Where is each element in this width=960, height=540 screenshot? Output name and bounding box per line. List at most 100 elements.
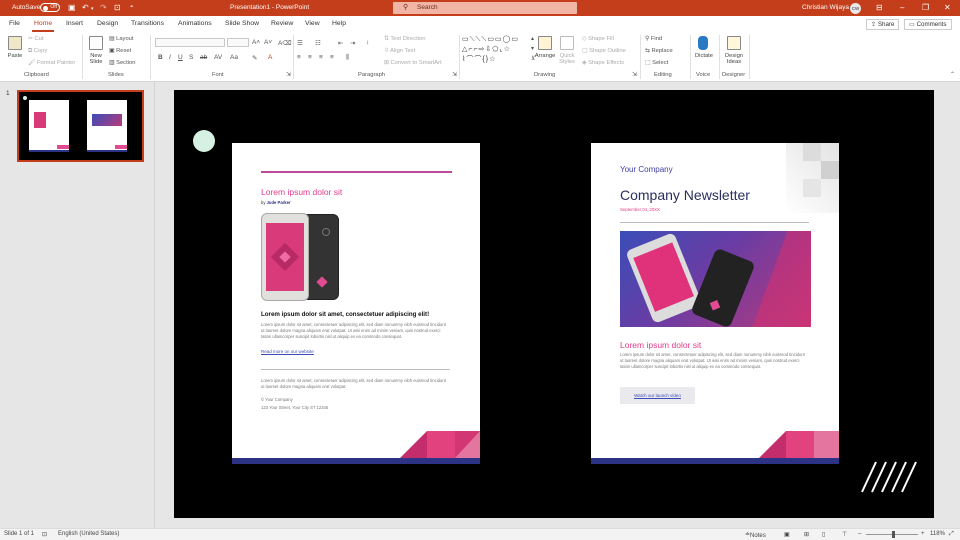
zoom-level[interactable]: 118% bbox=[930, 531, 945, 537]
tab-animations[interactable]: Animations bbox=[178, 20, 212, 27]
font-size-combobox[interactable] bbox=[227, 38, 249, 47]
bullets-icon[interactable]: ☰ bbox=[297, 39, 303, 47]
slide-thumbnail-panel[interactable]: 1 bbox=[0, 82, 155, 528]
new-slide-button[interactable]: New Slide bbox=[86, 53, 106, 65]
ribbon-display-options-icon[interactable]: ⊟ bbox=[876, 3, 883, 12]
increase-font-size-icon[interactable]: A˄ bbox=[252, 39, 260, 46]
close-icon[interactable]: ✕ bbox=[944, 3, 951, 12]
slide-sorter-icon[interactable]: ⊞ bbox=[804, 531, 809, 538]
newsletter-title[interactable]: Company Newsletter bbox=[620, 187, 750, 203]
shapes-scroll-up-icon[interactable]: ▴ bbox=[531, 36, 534, 42]
design-ideas-icon[interactable] bbox=[727, 36, 741, 50]
decorative-stripes[interactable] bbox=[860, 460, 924, 494]
autosave-toggle[interactable]: Off bbox=[40, 3, 60, 12]
cut-button[interactable]: ✂ Cut bbox=[28, 36, 44, 42]
newsletter-page-right[interactable]: Your Company Company Newsletter Septembe… bbox=[591, 143, 839, 464]
shape-fill-button[interactable]: ◇ Shape Fill bbox=[582, 36, 614, 42]
decrease-font-size-icon[interactable]: A˅ bbox=[264, 39, 272, 46]
shadow-icon[interactable]: S bbox=[189, 54, 193, 61]
italic-icon[interactable]: I bbox=[169, 54, 171, 61]
comments-button[interactable]: ▭ Comments bbox=[904, 19, 952, 30]
redo-icon[interactable]: ↷ bbox=[100, 3, 107, 12]
share-button[interactable]: ⇪ Share bbox=[866, 19, 900, 30]
tab-file[interactable]: File bbox=[9, 20, 20, 27]
numbering-icon[interactable]: ☷ bbox=[315, 39, 321, 47]
restore-icon[interactable]: ❐ bbox=[922, 3, 929, 12]
company-name[interactable]: Your Company bbox=[620, 165, 673, 174]
phones-photo[interactable] bbox=[620, 231, 811, 327]
article-subtitle[interactable]: Lorem ipsum dolor sit bbox=[620, 340, 701, 350]
article-title[interactable]: Lorem ipsum dolor sit bbox=[261, 187, 342, 197]
shape-outline-button[interactable]: ▢ Shape Outline bbox=[582, 48, 626, 54]
section-button[interactable]: ▥ Section bbox=[109, 60, 135, 66]
microphone-icon[interactable] bbox=[698, 36, 708, 50]
copy-button[interactable]: ⧉ Copy bbox=[28, 48, 47, 55]
decorative-circle[interactable] bbox=[193, 130, 215, 152]
zoom-in-icon[interactable]: + bbox=[921, 531, 925, 537]
find-button[interactable]: ⚲ Find bbox=[645, 36, 662, 42]
tab-transitions[interactable]: Transitions bbox=[131, 20, 164, 27]
align-left-icon[interactable]: ≡ bbox=[297, 54, 301, 61]
quick-styles-button[interactable]: Quick Styles bbox=[555, 53, 579, 65]
underline-icon[interactable]: U bbox=[178, 54, 183, 61]
align-text-button[interactable]: ⇳ Align Text bbox=[384, 48, 415, 54]
shapes-scroll-down-icon[interactable]: ▾ bbox=[531, 46, 534, 52]
strikethrough-icon[interactable]: ab bbox=[200, 54, 207, 61]
layout-button[interactable]: ▤ Layout bbox=[109, 36, 134, 42]
justify-icon[interactable]: ≡ bbox=[330, 54, 334, 61]
tab-help[interactable]: Help bbox=[332, 20, 346, 27]
change-case-icon[interactable]: Aa bbox=[230, 54, 238, 61]
notes-button[interactable]: ≐ Notes bbox=[745, 531, 766, 539]
read-more-link[interactable]: Read more on our website bbox=[261, 349, 314, 354]
search-box[interactable]: ⚲ Search bbox=[393, 2, 577, 14]
increase-indent-icon[interactable]: ⇥ bbox=[350, 39, 355, 47]
collapse-ribbon-icon[interactable]: ⌃ bbox=[950, 72, 955, 78]
customize-qat-icon[interactable]: ⩡ bbox=[130, 3, 133, 12]
article-heading[interactable]: Lorem ipsum dolor sit amet, consectetuer… bbox=[261, 311, 461, 318]
slide-thumbnail[interactable] bbox=[17, 90, 144, 162]
paste-icon[interactable] bbox=[8, 36, 22, 50]
shape-effects-button[interactable]: ◈ Shape Effects bbox=[582, 60, 624, 66]
line-spacing-icon[interactable]: ↕ bbox=[366, 39, 369, 46]
article-body-2[interactable]: Lorem ipsum dolor sit amet, consectetuer… bbox=[261, 378, 449, 390]
arrange-icon[interactable] bbox=[538, 36, 552, 50]
replace-button[interactable]: ⇆ Replace bbox=[645, 48, 673, 54]
watch-launch-video-button[interactable]: Watch our launch video bbox=[620, 387, 695, 404]
highlight-icon[interactable]: ✎ bbox=[252, 54, 257, 62]
bold-icon[interactable]: B bbox=[158, 54, 163, 61]
newsletter-date[interactable]: September 04, 20XX bbox=[620, 207, 660, 212]
font-name-combobox[interactable] bbox=[155, 38, 225, 47]
design-ideas-button[interactable]: Design Ideas bbox=[721, 53, 747, 65]
shapes-gallery[interactable]: ▭⟍⟍⟍▭▭◯▭ △⌐⌐⇨⇩⬠⌞☆ ⌇⌒⌒{}☆ bbox=[462, 35, 530, 66]
tab-insert[interactable]: Insert bbox=[66, 20, 83, 27]
character-spacing-icon[interactable]: AV bbox=[214, 54, 222, 61]
columns-icon[interactable]: ⫼ bbox=[346, 54, 349, 62]
spelling-icon[interactable]: ⊡ bbox=[42, 531, 47, 538]
minimize-icon[interactable]: – bbox=[900, 3, 904, 12]
convert-smartart-button[interactable]: ⊞ Convert to SmartArt bbox=[384, 60, 442, 66]
text-direction-button[interactable]: ⇅ Text Direction bbox=[384, 36, 426, 42]
language-indicator[interactable]: English (United States) bbox=[58, 531, 119, 537]
reset-button[interactable]: ▣ Reset bbox=[109, 48, 131, 54]
quick-styles-icon[interactable] bbox=[560, 36, 574, 50]
normal-view-icon[interactable]: ▣ bbox=[784, 531, 790, 538]
slide[interactable]: Lorem ipsum dolor sit by Jude Parker Lor… bbox=[174, 90, 934, 518]
article-body[interactable]: Lorem ipsum dolor sit amet, consectetuer… bbox=[620, 352, 808, 370]
format-painter-button[interactable]: 🖌 Format Painter bbox=[28, 60, 75, 66]
align-right-icon[interactable]: ≡ bbox=[319, 54, 323, 61]
save-icon[interactable]: ▣ bbox=[68, 3, 76, 12]
tab-view[interactable]: View bbox=[305, 20, 320, 27]
company-footer[interactable]: © Your Company bbox=[261, 397, 293, 403]
drawing-dialog-launcher-icon[interactable]: ⇲ bbox=[632, 72, 637, 78]
user-name[interactable]: Christian Wijaya bbox=[802, 4, 849, 11]
undo-dropdown-icon[interactable]: ▾ bbox=[91, 5, 94, 14]
newsletter-page-left[interactable]: Lorem ipsum dolor sit by Jude Parker Lor… bbox=[232, 143, 480, 464]
address-footer[interactable]: 123 Your Street, Your City ST 12345 bbox=[261, 405, 328, 411]
reading-view-icon[interactable]: ▯ bbox=[822, 531, 825, 538]
tab-review[interactable]: Review bbox=[271, 20, 293, 27]
fit-to-window-icon[interactable]: ⤢ bbox=[949, 531, 954, 538]
paragraph-dialog-launcher-icon[interactable]: ⇲ bbox=[452, 72, 457, 78]
slide-show-icon[interactable]: ⊤ bbox=[842, 531, 847, 538]
phone-image-front[interactable] bbox=[261, 213, 309, 301]
byline[interactable]: by Jude Parker bbox=[261, 200, 291, 206]
